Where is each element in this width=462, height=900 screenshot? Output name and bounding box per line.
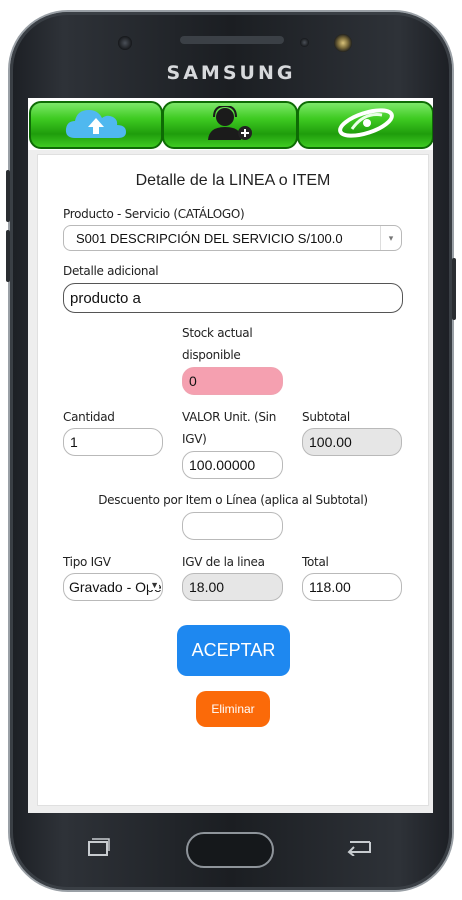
volume-button-lower (6, 230, 10, 282)
subtotal-label: Subtotal (302, 410, 350, 424)
brand-label: SAMSUNG (166, 62, 296, 84)
unit-price-input[interactable]: 100.00000 (182, 451, 283, 479)
chevron-down-icon: ▾ (380, 226, 401, 250)
chevron-down-icon: ▼ (148, 580, 159, 590)
nav-logo-button[interactable] (297, 101, 433, 149)
quantity-input[interactable]: 1 (63, 428, 163, 456)
app-screen: Detalle de la LINEA o ITEM Producto - Se… (28, 98, 433, 813)
swirl-logo-icon (334, 106, 398, 145)
detail-label: Detalle adicional (63, 264, 159, 278)
igv-type-label: Tipo IGV (63, 555, 111, 569)
delete-button[interactable]: Eliminar (196, 691, 270, 727)
top-navigation (28, 98, 433, 150)
unit-price-label-line1: VALOR Unit. (Sin (182, 410, 277, 424)
support-agent-icon (205, 104, 255, 145)
stock-label-line2: disponible (182, 348, 241, 362)
igv-line-label: IGV de la linea (182, 555, 265, 569)
product-select[interactable]: S001 DESCRIPCIÓN DEL SERVICIO S/100.0 ▾ (63, 225, 402, 251)
detail-input[interactable]: producto a (63, 283, 403, 313)
accept-button[interactable]: ACEPTAR (177, 625, 290, 676)
back-key[interactable] (346, 838, 372, 857)
nav-upload-button[interactable] (29, 101, 163, 149)
product-select-value: S001 DESCRIPCIÓN DEL SERVICIO S/100.0 (76, 230, 343, 246)
subtotal-field: 100.00 (302, 428, 402, 456)
home-key[interactable] (186, 832, 274, 868)
total-label: Total (302, 555, 329, 569)
power-button (452, 258, 456, 320)
igv-type-value: Gravado - Ope (69, 579, 162, 595)
item-detail-card: Detalle de la LINEA o ITEM Producto - Se… (37, 154, 429, 806)
quantity-label: Cantidad (63, 410, 115, 424)
recent-apps-icon (88, 838, 110, 856)
igv-line-field: 18.00 (182, 573, 283, 601)
discount-input[interactable] (182, 512, 283, 540)
front-camera (118, 36, 132, 50)
stock-field: 0 (182, 367, 283, 395)
discount-label: Descuento por Item o Línea (aplica al Su… (98, 493, 368, 507)
flash-light (334, 34, 352, 52)
total-field[interactable]: 118.00 (302, 573, 402, 601)
stock-label-line1: Stock actual (182, 326, 253, 340)
igv-type-select[interactable]: Gravado - Ope ▼ (63, 573, 163, 601)
unit-price-label-line2: IGV) (182, 432, 207, 446)
cloud-upload-icon (65, 106, 127, 145)
nav-support-button[interactable] (162, 101, 298, 149)
volume-button (6, 170, 10, 222)
product-label: Producto - Servicio (CATÁLOGO) (63, 207, 245, 221)
page-title: Detalle de la LINEA o ITEM (135, 172, 331, 189)
recent-apps-key[interactable] (88, 838, 110, 856)
back-arrow-icon (347, 841, 371, 857)
sensor (300, 38, 309, 47)
earpiece-speaker (180, 36, 284, 44)
